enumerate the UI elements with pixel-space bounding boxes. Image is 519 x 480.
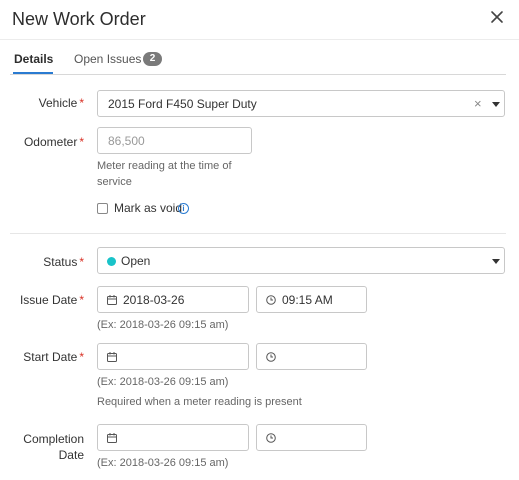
issue-date-value: 2018-03-26 [123,293,185,307]
clock-icon [266,433,276,443]
mark-as-void-label[interactable]: Mark as void [114,201,182,215]
start-date-label: Start Date * [23,350,84,364]
open-issues-count-badge: 2 [143,52,162,66]
completion-date-label: Completion Date [23,432,84,462]
vehicle-label: Vehicle * [38,96,84,110]
issue-date-example: (Ex: 2018-03-26 09:15 am) [97,319,229,331]
completion-time-input[interactable] [256,424,367,451]
odometer-help-text: Meter reading at the time of service [97,160,232,188]
status-select[interactable]: Open [97,247,505,274]
modal-header: New Work Order [0,0,519,40]
modal-title: New Work Order [12,9,146,29]
calendar-icon [107,352,117,362]
close-icon[interactable] [489,9,505,25]
clock-icon [266,295,276,305]
status-value: Open [121,254,151,268]
odometer-input[interactable]: 86,500 [97,127,252,154]
start-date-example: (Ex: 2018-03-26 09:15 am) [97,376,229,388]
status-open-dot-icon [107,257,116,266]
mark-as-void-checkbox[interactable] [97,203,108,214]
chevron-down-icon [492,259,500,264]
start-date-input[interactable] [97,343,249,370]
vehicle-value: 2015 Ford F450 Super Duty [108,97,257,111]
info-icon[interactable]: i [178,203,189,214]
calendar-icon [107,433,117,443]
calendar-icon [107,295,117,305]
odometer-placeholder: 86,500 [108,134,145,148]
issue-date-input[interactable]: 2018-03-26 [97,286,249,313]
completion-date-input[interactable] [97,424,249,451]
tab-open-issues[interactable]: Open Issues [74,52,141,66]
section-divider [10,233,506,234]
issue-time-value: 09:15 AM [282,293,333,307]
start-time-input[interactable] [256,343,367,370]
start-date-help-text: Required when a meter reading is present [97,396,302,408]
odometer-label: Odometer * [23,135,84,149]
issue-date-label: Issue Date * [19,293,84,307]
issue-time-input[interactable]: 09:15 AM [256,286,367,313]
tab-details[interactable]: Details [14,52,53,66]
clock-icon [266,352,276,362]
status-label: Status * [43,255,84,269]
clear-icon[interactable]: × [474,96,482,111]
tabs-divider [10,74,506,75]
vehicle-select[interactable]: 2015 Ford F450 Super Duty × [97,90,505,117]
chevron-down-icon [492,102,500,107]
completion-date-example: (Ex: 2018-03-26 09:15 am) [97,457,229,469]
